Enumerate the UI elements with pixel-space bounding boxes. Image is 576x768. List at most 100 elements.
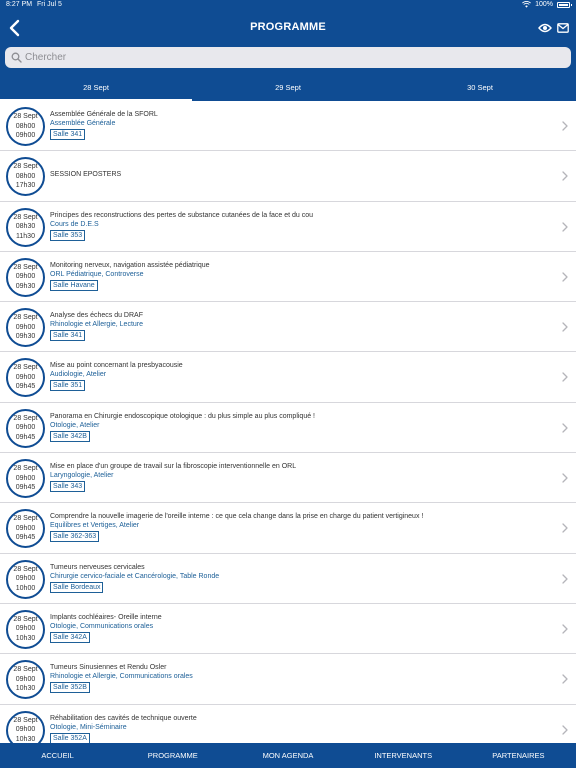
session-row[interactable]: 28 Sept 09h00 10h30 Réhabilitation des cav… (0, 705, 576, 743)
session-room: Salle 353 (50, 229, 86, 241)
time-badge: 28 Sept 09h00 10h00 (6, 559, 45, 599)
session-start: 08h30 (15, 223, 36, 231)
chevron-right-icon (562, 724, 568, 735)
session-title: Principes des reconstructions des pertes… (50, 211, 314, 219)
battery-icon (557, 1, 572, 8)
session-end: 09h45 (15, 433, 36, 441)
session-row[interactable]: 28 Sept 08h00 09h00 Assemblée Générale de l… (0, 101, 576, 152)
session-row[interactable]: 28 Sept 09h00 09h45 Mise en place d'un grou… (0, 453, 576, 504)
chevron-right-icon (562, 372, 568, 383)
status-clock: 8:27 PM (6, 1, 33, 8)
session-start: 09h00 (15, 273, 36, 281)
page-title: PROGRAMME (250, 21, 326, 33)
tab-28-sept[interactable]: 28 Sept (0, 75, 192, 101)
bottom-nav: ACCUEIL PROGRAMME MON AGENDA INTERVENANT… (0, 743, 576, 768)
session-end: 09h30 (15, 282, 36, 290)
session-row[interactable]: 28 Sept 09h00 09h30 Monitoring nerveux, nav… (0, 252, 576, 303)
session-date: 28 Sept (13, 314, 38, 322)
session-room: Salle 341 (50, 129, 86, 140)
chevron-right-icon (562, 272, 568, 282)
nav-accueil[interactable]: ACCUEIL (0, 743, 115, 768)
chevron-right-icon (562, 423, 568, 433)
session-start: 09h00 (15, 726, 36, 734)
session-start: 09h00 (15, 373, 36, 381)
tab-30-sept[interactable]: 30 Sept (384, 75, 576, 101)
search-input[interactable] (25, 47, 555, 68)
nav-programme[interactable]: PROGRAMME (115, 743, 230, 768)
session-date: 28 Sept (13, 615, 38, 623)
time-badge: 28 Sept 08h00 17h30 (6, 157, 45, 197)
mail-icon[interactable] (557, 22, 569, 34)
time-badge: 28 Sept 08h00 09h00 (6, 107, 45, 146)
chevron-right-icon (562, 674, 568, 684)
session-track: Rhinologie et Allergie, Lecture (50, 321, 144, 329)
search-icon (11, 52, 22, 63)
session-row[interactable]: 28 Sept 09h00 09h45 Mise au point concernan… (0, 352, 576, 403)
session-list: 28 Sept 08h00 09h00 Assemblée Générale de l… (0, 101, 576, 743)
session-room: Salle 341 (50, 330, 86, 342)
nav-mon-agenda[interactable]: MON AGENDA (230, 743, 345, 768)
session-room: Salle 351 (50, 380, 86, 392)
time-badge: 28 Sept 09h00 09h30 (6, 257, 45, 297)
status-time: 8:27 PM Fri Jul 5 (6, 1, 62, 8)
session-date: 28 Sept (13, 113, 38, 120)
session-row[interactable]: 28 Sept 09h00 10h30 Tumeurs Sinusiennes et … (0, 654, 576, 705)
time-badge: 28 Sept 09h00 10h30 (6, 660, 45, 700)
battery-percent: 100% (535, 1, 553, 8)
session-end: 09h45 (15, 534, 36, 542)
time-badge: 28 Sept 09h00 09h45 (6, 408, 45, 448)
search-bar[interactable] (5, 47, 571, 68)
session-track: Cours de D.E.S (50, 220, 99, 228)
session-room: Salle 342A (50, 631, 90, 643)
nav-intervenants[interactable]: INTERVENANTS (346, 743, 461, 768)
session-row[interactable]: 28 Sept 09h00 09h45 Comprendre la nouvelle … (0, 503, 576, 554)
session-row[interactable]: 28 Sept 09h00 10h00 Tumeurs nerveuses cervi… (0, 554, 576, 604)
session-row[interactable]: 28 Sept 08h30 11h30 Principes des reconstru… (0, 202, 576, 252)
session-date: 28 Sept (13, 263, 38, 271)
session-start: 08h00 (15, 172, 36, 180)
session-end: 10h30 (15, 735, 36, 743)
session-room: Salle 352B (50, 682, 90, 694)
session-room: Salle Bordeaux (50, 581, 104, 593)
session-row[interactable]: 28 Sept 09h00 10h30 Implants cochléaires- O… (0, 604, 576, 655)
chevron-right-icon (562, 624, 568, 634)
chevron-right-icon (562, 322, 568, 332)
session-end: 09h45 (15, 383, 36, 391)
wifi-icon (522, 1, 532, 8)
chevron-right-icon (562, 221, 568, 232)
session-start: 09h00 (15, 474, 36, 482)
time-badge: 28 Sept 09h00 09h45 (6, 459, 45, 499)
session-track: Equilibres et Vertiges, Atelier (50, 522, 140, 530)
session-start: 09h00 (15, 323, 36, 331)
session-track: Chirurgie cervico-faciale et Cancérologi… (50, 572, 220, 580)
session-title: SESSION EPOSTERS (50, 171, 122, 179)
session-start: 08h00 (15, 122, 36, 130)
session-start: 09h00 (15, 675, 36, 683)
chevron-right-icon (562, 473, 568, 483)
session-track: Assemblée Générale (50, 120, 116, 127)
session-title: Assemblée Générale de la SFORL (50, 111, 158, 118)
session-end: 10h00 (15, 584, 36, 592)
session-start: 09h00 (15, 625, 36, 633)
time-badge: 28 Sept 09h00 10h30 (6, 609, 45, 649)
session-track: Otologie, Mini-Séminaire (50, 723, 127, 731)
session-end: 17h30 (15, 182, 36, 190)
session-row[interactable]: 28 Sept 09h00 09h45 Panorama en Chirurgie e… (0, 403, 576, 454)
session-track: Otologie, Atelier (50, 421, 100, 429)
session-track: ORL Pédiatrique, Controverse (50, 270, 144, 278)
session-start: 09h00 (15, 575, 36, 583)
session-track: Rhinologie et Allergie, Communications o… (50, 673, 193, 681)
chevron-right-icon (562, 121, 568, 131)
time-badge: 28 Sept 09h00 09h45 (6, 358, 45, 398)
session-row[interactable]: 28 Sept 09h00 09h30 Analyse des échecs du D… (0, 302, 576, 353)
session-room: Salle 342B (50, 430, 90, 442)
session-track: Laryngologie, Atelier (50, 472, 114, 480)
nav-partenaires[interactable]: PARTENAIRES (461, 743, 576, 768)
session-row[interactable]: 28 Sept 08h00 17h30 SESSION EPOSTERS (0, 151, 576, 202)
eye-icon[interactable] (538, 22, 552, 34)
session-title: Analyse des échecs du DRAF (50, 312, 143, 320)
session-date: 28 Sept (13, 716, 38, 724)
session-end: 11h30 (16, 232, 35, 240)
session-end: 09h45 (15, 484, 36, 492)
tab-29-sept[interactable]: 29 Sept (192, 75, 384, 101)
